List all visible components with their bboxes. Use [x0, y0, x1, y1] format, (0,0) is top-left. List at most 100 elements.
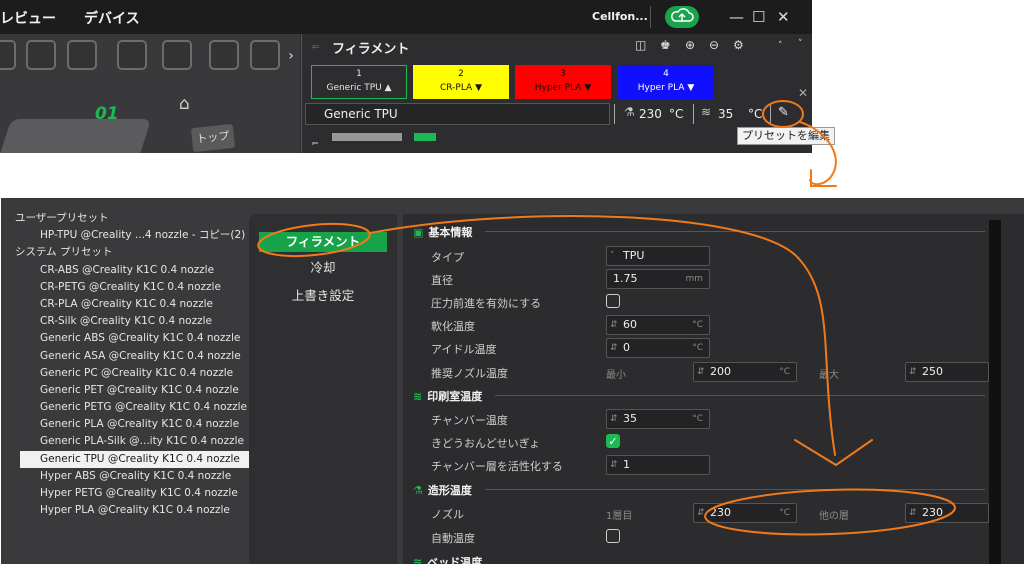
preset-list-item[interactable]: Generic PET @Creality K1C 0.4 nozzle	[15, 382, 255, 399]
diameter-input[interactable]: 1.75 mm	[606, 269, 710, 289]
maximize-button[interactable]: ☐	[752, 8, 765, 26]
rec-min-unit: °C	[779, 367, 790, 377]
cube-icon[interactable]	[162, 40, 192, 70]
auto-temp-checkbox[interactable]	[606, 529, 620, 543]
chamber-temp-input[interactable]: ⇵ 35 °C	[606, 409, 710, 429]
preset-list-item[interactable]: CR-PLA @Creality K1C 0.4 nozzle	[15, 296, 255, 313]
rec-max-input[interactable]: ⇵ 250	[905, 362, 989, 382]
filament-slot-2[interactable]: 2 CR-PLA ▼	[413, 65, 509, 99]
preset-list-item[interactable]: CR-PETG @Creality K1C 0.4 nozzle	[15, 279, 255, 296]
preset-list-item[interactable]: Generic PLA @Creality K1C 0.4 nozzle	[15, 416, 255, 433]
auto-chamber-control-checkbox[interactable]: ✓	[606, 434, 620, 448]
preset-list-item[interactable]: Generic PC @Creality K1C 0.4 nozzle	[15, 365, 255, 382]
add-icon[interactable]: ⊕	[685, 38, 695, 52]
filament-slot-1[interactable]: 1 Generic TPU ▲	[311, 65, 407, 99]
preset-list-item[interactable]: Generic PLA-Silk @...ity K1C 0.4 nozzle	[15, 433, 255, 450]
nozzle-temp-unit: °C	[669, 107, 684, 121]
slot-name: CR-PLA ▼	[439, 83, 482, 93]
tab-overrides[interactable]: 上書き設定	[259, 286, 387, 306]
layout-icon[interactable]	[67, 40, 97, 70]
close-button[interactable]: ✕	[777, 8, 790, 26]
preset-list-item[interactable]: Generic PETG @Creality K1C 0.4 nozzle	[15, 399, 255, 416]
chevron-down-icon: ˅	[610, 251, 615, 261]
filament-slot-3[interactable]: 3 Hyper PLA ▼	[515, 65, 611, 99]
spray-icon[interactable]: ♚	[660, 38, 671, 52]
home-icon[interactable]: ⌂	[179, 94, 190, 114]
cloud-upload-button[interactable]	[665, 6, 699, 28]
layers-icon[interactable]	[209, 40, 239, 70]
viewport-area: 01 ⌂ トップ	[0, 34, 300, 153]
section-divider	[485, 231, 985, 232]
menu-device[interactable]: デバイス	[84, 8, 140, 28]
section-title: ベッド温度	[427, 556, 483, 564]
preset-group-header[interactable]: システム プリセット	[15, 244, 255, 261]
section-title: 造形温度	[427, 484, 472, 497]
expand-arrow-icon[interactable]: ›	[282, 48, 300, 72]
preset-list-item[interactable]: HP-TPU @Creality ...4 nozzle - コピー(2)	[15, 227, 255, 244]
chamber-temp-value: 35	[623, 412, 637, 425]
annotation-arrowhead	[810, 169, 837, 187]
type-select[interactable]: ˅ TPU	[606, 246, 710, 266]
top-view-button[interactable]: トップ	[190, 123, 236, 153]
spinner-icon: ⇵	[697, 508, 705, 518]
gear-icon[interactable]: ⚙	[733, 38, 744, 52]
type-value: TPU	[623, 249, 645, 262]
build-plate[interactable]	[0, 119, 152, 153]
softening-temp-label: 軟化温度	[431, 320, 475, 333]
preset-group-header[interactable]: ユーザープリセット	[15, 210, 255, 227]
spinner-icon: ⇵	[697, 367, 705, 377]
tab-cooling[interactable]: 冷却	[259, 258, 387, 278]
nozzle-temp[interactable]: 230	[639, 107, 662, 121]
bed-temp[interactable]: 35	[718, 107, 733, 121]
settings-tabs: フィラメント 冷却 上書き設定	[249, 214, 397, 564]
preset-list-item[interactable]: Generic ASA @Creality K1C 0.4 nozzle	[15, 348, 255, 365]
max-label: 最大	[819, 370, 839, 381]
preset-list-item[interactable]: Generic ABS @Creality K1C 0.4 nozzle	[15, 330, 255, 347]
tab-filament[interactable]: フィラメント	[259, 232, 387, 252]
slot-name: Hyper PLA ▼	[637, 83, 695, 93]
remove-icon[interactable]: ⊖	[709, 38, 719, 52]
spinner-icon: ⇵	[610, 460, 618, 470]
arrange-icon[interactable]	[26, 40, 56, 70]
rec-max-value: 250	[922, 365, 943, 378]
softening-temp-input[interactable]: ⇵ 60 °C	[606, 315, 710, 335]
preset-list-item[interactable]: Hyper PETG @Creality K1C 0.4 nozzle	[15, 485, 255, 502]
preset-list-item[interactable]: Hyper PLA @Creality K1C 0.4 nozzle	[15, 502, 255, 519]
filament-preset-select[interactable]: Generic TPU	[305, 103, 610, 125]
spinner-icon: ⇵	[610, 343, 618, 353]
status-badge	[414, 133, 436, 141]
idle-temp-input[interactable]: ⇵ 0 °C	[606, 338, 710, 358]
first-layer-temp-input[interactable]: ⇵ 230 °C	[693, 503, 797, 523]
pressure-advance-label: 圧力前進を有効にする	[431, 297, 542, 310]
preset-list-item[interactable]: CR-ABS @Creality K1C 0.4 nozzle	[15, 262, 255, 279]
sync-icon[interactable]: ◫	[635, 38, 646, 52]
tool-icon[interactable]	[0, 40, 16, 70]
preset-list-item[interactable]: Hyper ABS @Creality K1C 0.4 nozzle	[15, 468, 255, 485]
scroll-icon[interactable]: ˅	[798, 39, 803, 49]
edit-preset-button[interactable]: ✎	[778, 105, 789, 120]
close-icon[interactable]: ✕	[798, 86, 808, 100]
activate-chamber-layer-input[interactable]: ⇵ 1	[606, 455, 710, 475]
min-label: 最小	[606, 370, 626, 381]
preset-list-item[interactable]: CR-Silk @Creality K1C 0.4 nozzle	[15, 313, 255, 330]
diameter-unit: mm	[685, 274, 703, 284]
collapse-icon[interactable]: ˄	[778, 41, 783, 51]
rec-min-input[interactable]: ⇵ 200 °C	[693, 362, 797, 382]
filament-slot-4[interactable]: 4 Hyper PLA ▼	[618, 65, 714, 99]
section-basic-header: ▣ 基本情報	[413, 224, 472, 240]
minimize-button[interactable]: —	[729, 8, 744, 26]
user-name[interactable]: Cellfon...	[592, 10, 648, 23]
other-layers-temp-input[interactable]: ⇵ 230	[905, 503, 989, 523]
diameter-label: 直径	[431, 274, 453, 287]
support-icon[interactable]	[117, 40, 147, 70]
scrollbar[interactable]	[989, 220, 1001, 564]
preset-list-item[interactable]: Generic TPU @Creality K1C 0.4 nozzle	[20, 450, 255, 468]
slot-name: Hyper PLA ▼	[534, 83, 592, 93]
pressure-advance-checkbox[interactable]	[606, 294, 620, 308]
spinner-icon: ⇵	[909, 367, 917, 377]
menu-preview[interactable]: レビュー	[0, 8, 56, 28]
top-screenshot: レビュー デバイス Cellfon... — ☐ ✕ 01 ⌂ トップ › ⫭ …	[0, 0, 812, 153]
palette-icon[interactable]	[250, 40, 280, 70]
filament-panel: ⫭ フィラメント ◫ ♚ ⊕ ⊖ ⚙ ˄ ˅ ✕ 1 Generic TPU ▲…	[301, 34, 812, 153]
section-title: 印刷室温度	[427, 390, 483, 403]
